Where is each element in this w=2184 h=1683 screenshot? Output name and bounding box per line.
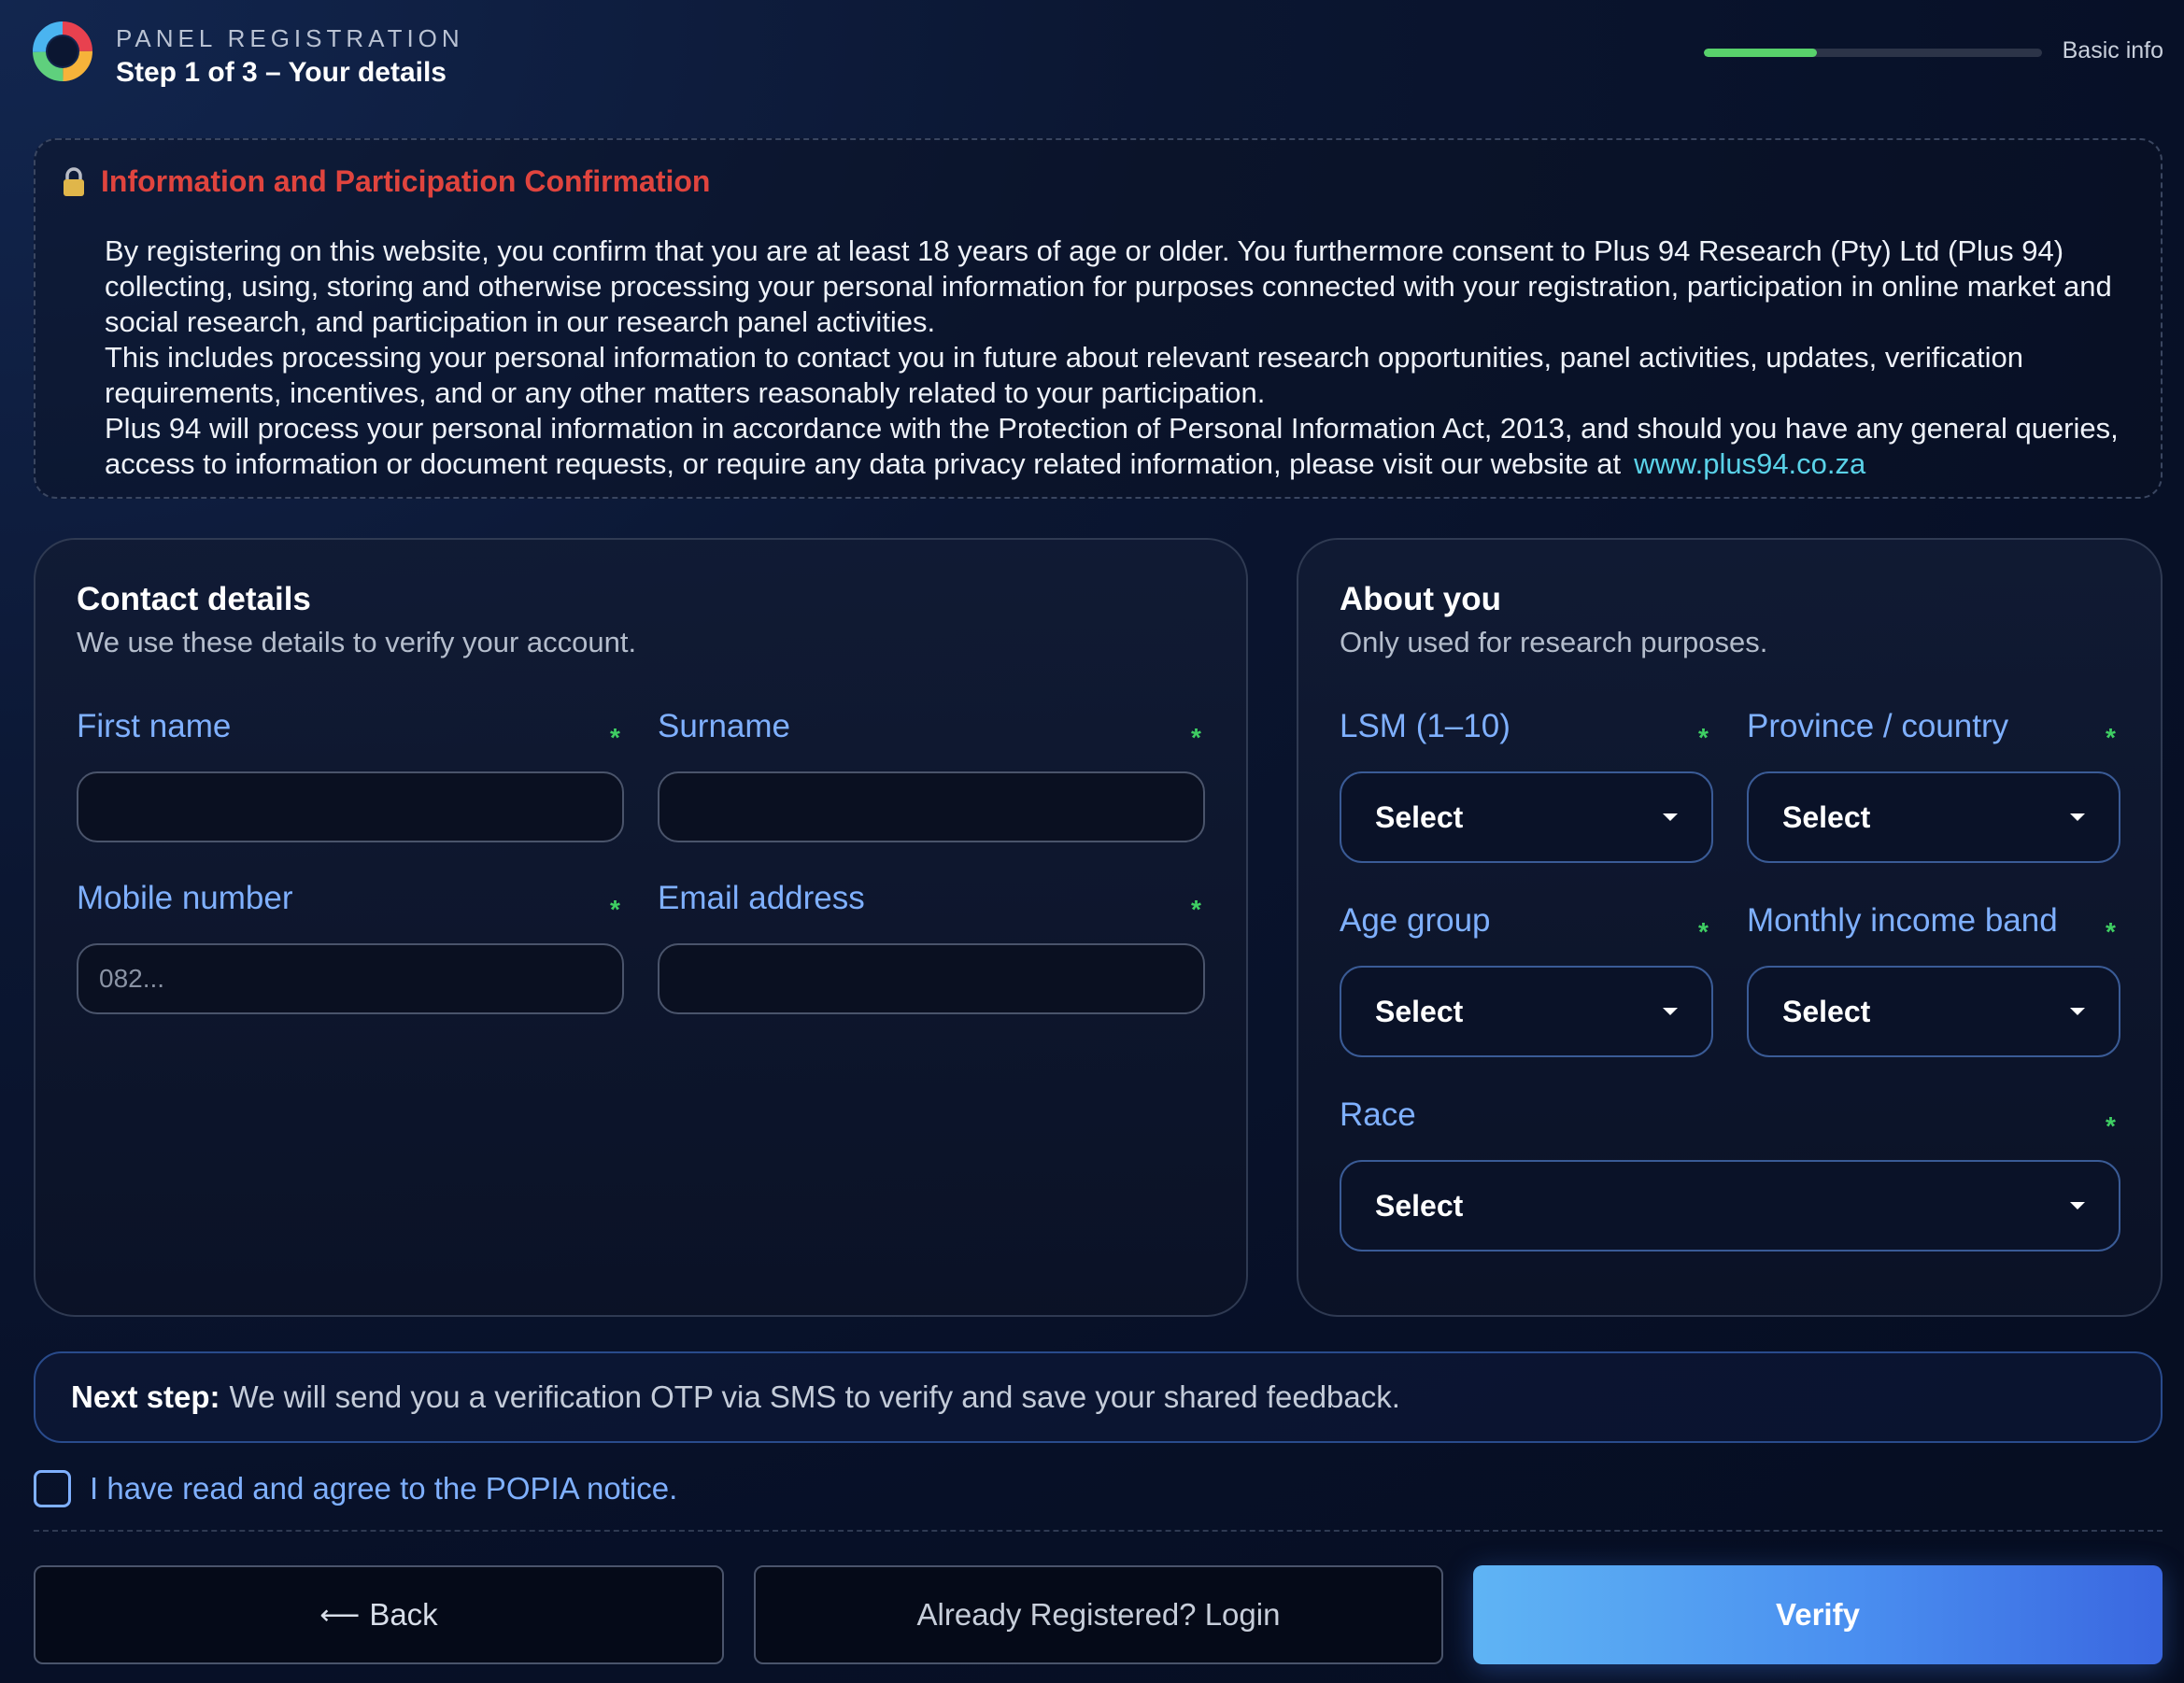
surname-label: Surname [658,708,791,744]
notice-title: Information and Participation Confirmati… [101,164,711,198]
consent-notice: Information and Participation Confirmati… [34,138,2163,499]
select-value: Select [1782,994,1871,1028]
popia-checkbox[interactable] [34,1470,71,1507]
next-step-text: We will send you a verification OTP via … [229,1379,1400,1414]
race-label: Race [1340,1096,1416,1133]
province-country-select[interactable]: Select [1747,771,2120,863]
first-name-input[interactable] [77,771,624,842]
race-select[interactable]: Select [1340,1160,2120,1252]
chevron-down-icon [2070,1008,2085,1015]
card-subtitle: We use these details to verify your acco… [77,626,637,658]
card-title: About you [1340,581,1502,617]
monthly-income-select[interactable]: Select [1747,966,2120,1057]
notice-paragraph: By registering on this website, you conf… [105,234,2112,338]
notice-paragraph: This includes processing your personal i… [105,341,2024,409]
popia-agreement: I have read and agree to the POPIA notic… [34,1470,677,1507]
page-eyebrow: PANEL REGISTRATION [116,24,464,52]
about-you-card: About you Only used for research purpose… [1297,538,2163,1317]
lsm-label: LSM (1–10) [1340,708,1510,744]
required-mark: * [610,895,620,924]
back-button-label: Back [369,1597,438,1632]
website-link[interactable]: www.plus94.co.za [1634,447,1865,480]
progress-label: Basic info [2062,37,2163,64]
popia-checkbox-label[interactable]: I have read and agree to the POPIA notic… [90,1471,677,1506]
notice-heading: Information and Participation Confirmati… [60,164,710,199]
progress-bar [1704,49,2042,57]
mobile-number-input[interactable] [77,943,624,1014]
next-step-banner: Next step: We will send you a verificati… [34,1351,2163,1443]
email-address-input[interactable] [658,943,1205,1014]
step-title: Step 1 of 3 – Your details [116,57,447,88]
contact-details-card: Contact details We use these details to … [34,538,1248,1317]
arrow-left-icon: ⟵ [319,1599,361,1631]
surname-input[interactable] [658,771,1205,842]
logo-icon [33,21,92,81]
lock-icon [64,166,84,196]
select-value: Select [1375,994,1464,1028]
required-mark: * [2106,723,2116,752]
card-title: Contact details [77,581,311,617]
chevron-down-icon [2070,1202,2085,1209]
email-address-label: Email address [658,880,865,916]
divider [34,1530,2163,1532]
required-mark: * [2106,917,2116,946]
first-name-label: First name [77,708,232,744]
required-mark: * [1191,723,1201,752]
monthly-income-label: Monthly income band [1747,902,2058,939]
select-value: Select [1782,799,1871,834]
select-value: Select [1375,1188,1464,1223]
login-button[interactable]: Already Registered? Login [754,1565,1443,1664]
header-text: PANEL REGISTRATION Step 1 of 3 – Your de… [116,22,464,90]
mobile-number-label: Mobile number [77,880,293,916]
chevron-down-icon [2070,813,2085,821]
back-button[interactable]: ⟵ Back [34,1565,724,1664]
age-group-label: Age group [1340,902,1491,939]
required-mark: * [610,723,620,752]
chevron-down-icon [1663,813,1678,821]
registration-page: PANEL REGISTRATION Step 1 of 3 – Your de… [0,0,2184,1683]
required-mark: * [1698,723,1709,752]
notice-paragraph: Plus 94 will process your personal infor… [105,411,2142,482]
required-mark: * [1698,917,1709,946]
progress-fill [1704,49,1817,57]
card-subtitle: Only used for research purposes. [1340,626,1768,658]
lsm-select[interactable]: Select [1340,771,1713,863]
verify-button[interactable]: Verify [1473,1565,2163,1664]
province-country-label: Province / country [1747,708,2009,744]
chevron-down-icon [1663,1008,1678,1015]
required-mark: * [2106,1111,2116,1140]
next-step-heading: Next step: [71,1379,220,1414]
header: PANEL REGISTRATION Step 1 of 3 – Your de… [32,21,2163,88]
notice-body: By registering on this website, you conf… [105,233,2142,482]
select-value: Select [1375,799,1464,834]
age-group-select[interactable]: Select [1340,966,1713,1057]
required-mark: * [1191,895,1201,924]
